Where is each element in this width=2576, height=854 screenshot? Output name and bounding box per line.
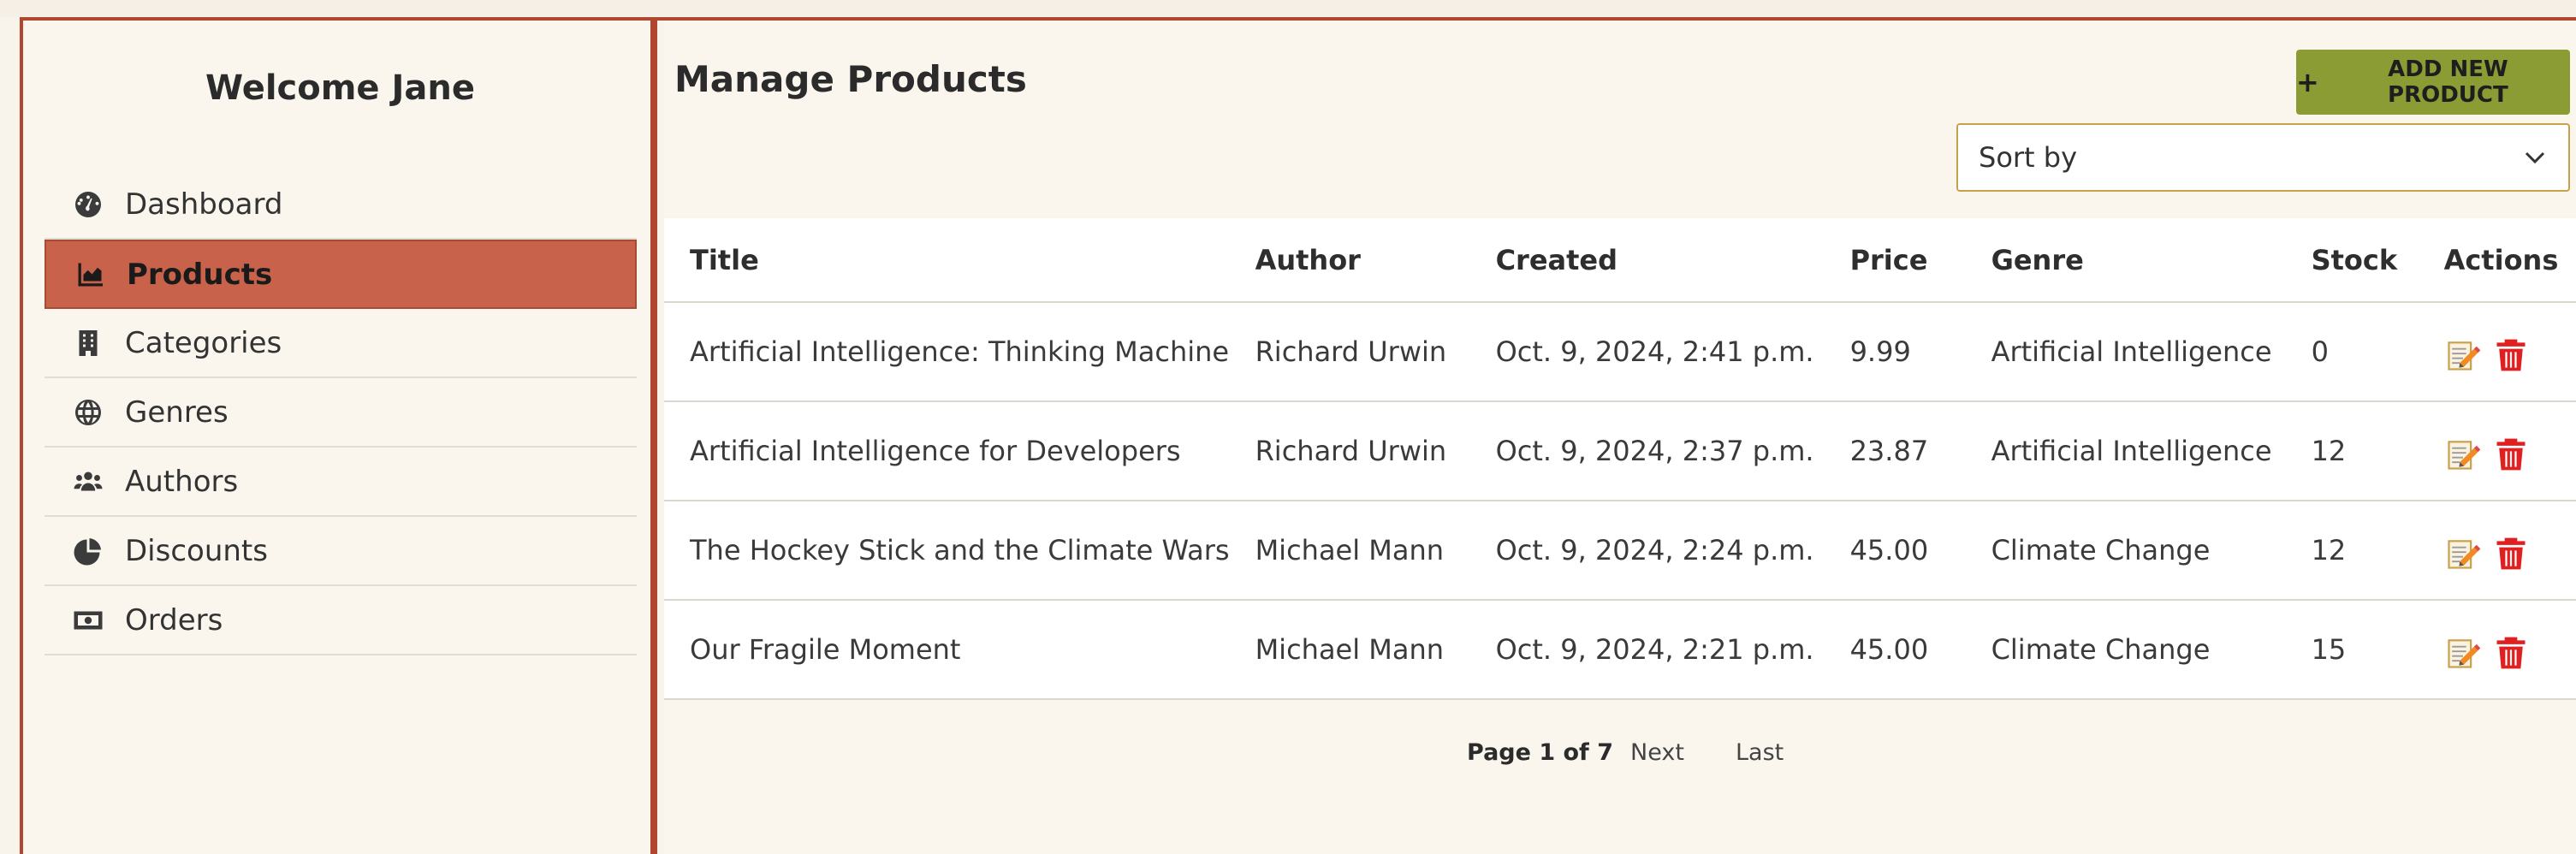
sidebar-item-categories[interactable]: Categories — [45, 309, 637, 378]
column-header-actions: Actions — [2418, 218, 2576, 303]
sidebar-item-discounts[interactable]: Discounts — [45, 517, 637, 586]
globe-icon — [70, 394, 106, 430]
main-content: Manage Products + ADD NEW PRODUCT Sort b… — [664, 21, 2576, 854]
cell-actions — [2418, 600, 2576, 700]
chart-area-icon — [72, 257, 108, 293]
sidebar-nav: Dashboard Products Categories Genres Aut… — [45, 170, 637, 655]
sidebar-item-label: Authors — [125, 464, 239, 499]
cell-price: 23.87 — [1824, 401, 1966, 501]
table-row: Artificial Intelligence for Developers R… — [664, 401, 2576, 501]
cell-stock: 12 — [2285, 501, 2419, 601]
edit-icon[interactable] — [2444, 436, 2482, 473]
cell-author: Michael Mann — [1229, 501, 1470, 601]
pie-chart-icon — [70, 533, 106, 569]
sidebar-item-dashboard[interactable]: Dashboard — [45, 170, 637, 240]
cell-price: 45.00 — [1824, 600, 1966, 700]
cell-stock: 12 — [2285, 401, 2419, 501]
column-header-price[interactable]: Price — [1824, 218, 1966, 303]
cell-genre: Climate Change — [1965, 600, 2286, 700]
cell-author: Richard Urwin — [1229, 302, 1470, 402]
cell-genre: Artificial Intelligence — [1965, 401, 2286, 501]
delete-icon[interactable] — [2492, 535, 2530, 572]
top-strip — [0, 0, 2576, 17]
cell-genre: Climate Change — [1965, 501, 2286, 601]
cell-stock: 15 — [2285, 600, 2419, 700]
cell-created: Oct. 9, 2024, 2:37 p.m. — [1469, 401, 1825, 501]
sort-select[interactable]: Sort by — [1956, 123, 2570, 192]
sidebar-item-authors[interactable]: Authors — [45, 448, 637, 517]
table-row: Artificial Intelligence: Thinking Machin… — [664, 302, 2576, 402]
column-header-title[interactable]: Title — [664, 218, 1230, 303]
pagination-last-link[interactable]: Last — [1736, 739, 1784, 766]
products-table: Title Author Created Price Genre Stock A… — [664, 218, 2576, 700]
cell-actions — [2418, 501, 2576, 601]
cell-actions — [2418, 401, 2576, 501]
delete-icon[interactable] — [2492, 336, 2530, 374]
cell-author: Michael Mann — [1229, 600, 1470, 700]
cell-created: Oct. 9, 2024, 2:21 p.m. — [1469, 600, 1825, 700]
edit-icon[interactable] — [2444, 535, 2482, 572]
table-row: Our Fragile Moment Michael Mann Oct. 9, … — [664, 600, 2576, 700]
column-header-author[interactable]: Author — [1229, 218, 1470, 303]
table-row: The Hockey Stick and the Climate Wars Mi… — [664, 501, 2576, 601]
users-icon — [70, 464, 106, 500]
edit-icon[interactable] — [2444, 634, 2482, 672]
cell-title: Artificial Intelligence for Developers — [664, 401, 1230, 501]
pagination-next-link[interactable]: Next — [1630, 739, 1684, 766]
sidebar-item-genres[interactable]: Genres — [45, 378, 637, 448]
building-icon — [70, 325, 106, 361]
cell-actions — [2418, 302, 2576, 402]
cell-author: Richard Urwin — [1229, 401, 1470, 501]
cell-title: Our Fragile Moment — [664, 600, 1230, 700]
delete-icon[interactable] — [2492, 634, 2530, 672]
column-header-stock[interactable]: Stock — [2285, 218, 2419, 303]
sidebar-item-label: Dashboard — [125, 187, 283, 222]
sort-select-value: Sort by — [1979, 141, 2078, 174]
cell-created: Oct. 9, 2024, 2:24 p.m. — [1469, 501, 1825, 601]
column-header-genre[interactable]: Genre — [1965, 218, 2286, 303]
chevron-down-icon — [2525, 151, 2545, 164]
sidebar: Welcome Jane Dashboard Products Categori… — [23, 21, 657, 854]
cell-price: 9.99 — [1824, 302, 1966, 402]
sidebar-item-label: Categories — [125, 325, 282, 360]
sidebar-item-label: Orders — [125, 602, 223, 638]
page-title: Manage Products — [674, 58, 1027, 100]
money-bill-icon — [70, 602, 106, 638]
table-header-row: Title Author Created Price Genre Stock A… — [664, 218, 2576, 303]
sidebar-item-label: Products — [127, 257, 273, 292]
dashboard-icon — [70, 187, 106, 222]
pagination-current-page: Page 1 of 7 — [1467, 739, 1613, 766]
cell-title: The Hockey Stick and the Climate Wars — [664, 501, 1230, 601]
cell-stock: 0 — [2285, 302, 2419, 402]
add-new-product-label: ADD NEW PRODUCT — [2388, 56, 2508, 108]
sidebar-item-products[interactable]: Products — [45, 240, 637, 309]
welcome-heading: Welcome Jane — [205, 68, 475, 108]
delete-icon[interactable] — [2492, 436, 2530, 473]
cell-genre: Artificial Intelligence — [1965, 302, 2286, 402]
sidebar-item-orders[interactable]: Orders — [45, 586, 637, 655]
add-new-product-button[interactable]: + ADD NEW PRODUCT — [2296, 50, 2570, 115]
edit-icon[interactable] — [2444, 336, 2482, 374]
column-header-created[interactable]: Created — [1469, 218, 1825, 303]
sidebar-item-label: Discounts — [125, 533, 268, 568]
cell-price: 45.00 — [1824, 501, 1966, 601]
sidebar-item-label: Genres — [125, 394, 229, 430]
plus-icon: + — [2296, 66, 2319, 98]
cell-title: Artificial Intelligence: Thinking Machin… — [664, 302, 1230, 402]
cell-created: Oct. 9, 2024, 2:41 p.m. — [1469, 302, 1825, 402]
